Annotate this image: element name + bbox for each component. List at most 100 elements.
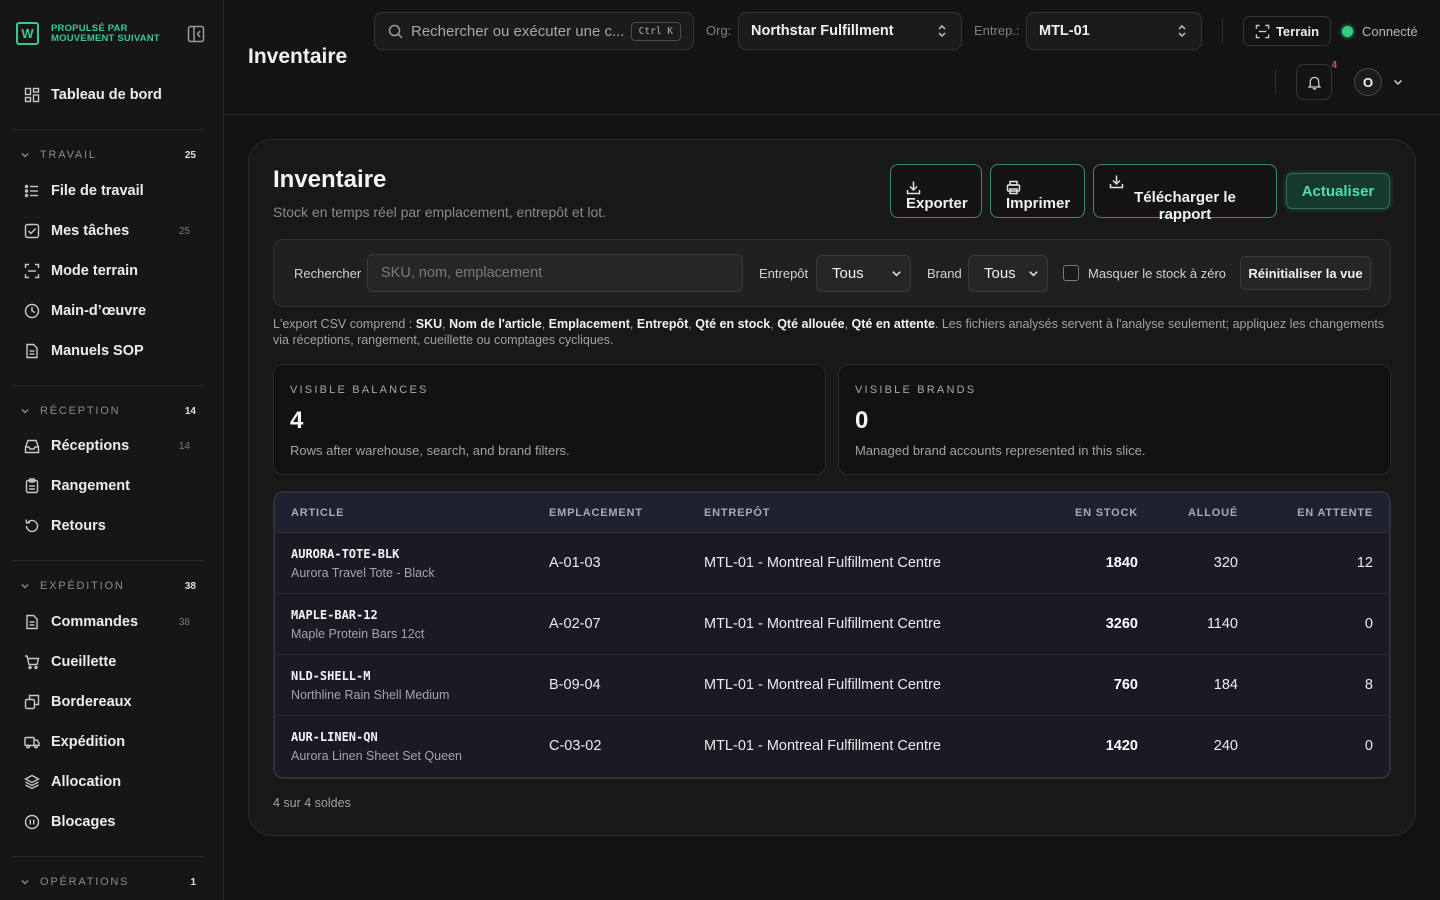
sidebar: W PROPULSÉ PAR MOUVEMENT SUIVANT Tableau… <box>0 0 224 900</box>
item-warehouse: MTL-01 - Montreal Fulfillment Centre <box>704 677 941 693</box>
brand-logo: W <box>16 22 39 45</box>
table-row[interactable]: MAPLE-BAR-12 Maple Protein Bars 12ct A-0… <box>275 594 1389 655</box>
column-header-warehouse[interactable]: ENTREPÔT <box>704 507 770 519</box>
section-operations[interactable]: OPÉRATIONS 1 <box>20 874 196 890</box>
divider <box>12 385 204 386</box>
clock-icon <box>24 303 40 319</box>
sidebar-collapse-icon[interactable] <box>187 25 205 43</box>
sidebar-item-work-queue[interactable]: File de travail <box>12 175 204 207</box>
brand[interactable]: W PROPULSÉ PAR MOUVEMENT SUIVANT <box>16 22 160 45</box>
sidebar-item-field-mode[interactable]: Mode terrain <box>12 255 204 287</box>
item-count: 14 <box>178 440 190 452</box>
connection-status: Connecté <box>1342 24 1418 39</box>
item-on-hand: 760 <box>1113 677 1138 693</box>
column-header-allocated[interactable]: ALLOUÉ <box>1188 507 1238 519</box>
sidebar-item-allocation[interactable]: Allocation <box>12 766 204 798</box>
sidebar-item-receipts[interactable]: Réceptions 14 <box>12 430 204 462</box>
chevron-updown-icon <box>935 24 949 38</box>
sidebar-item-slips[interactable]: Bordereaux <box>12 686 204 718</box>
sidebar-item-putaway[interactable]: Rangement <box>12 470 204 502</box>
item-allocated: 1140 <box>1206 616 1238 632</box>
section-expedition[interactable]: EXPÉDITION 38 <box>20 578 196 594</box>
item-sku: AUR-LINEN-QN <box>291 730 378 744</box>
card-subtitle: Stock en temps réel par emplacement, ent… <box>273 204 607 220</box>
section-count: 25 <box>184 149 196 161</box>
divider <box>12 129 204 130</box>
table-row[interactable]: AURORA-TOTE-BLK Aurora Travel Tote - Bla… <box>275 533 1389 594</box>
section-reception[interactable]: RÉCEPTION 14 <box>20 403 196 419</box>
item-location: A-01-03 <box>549 555 601 571</box>
keyboard-shortcut: Ctrl K <box>630 22 681 41</box>
sidebar-item-orders[interactable]: Commandes 38 <box>12 606 204 638</box>
metric-description: Managed brand accounts represented in th… <box>855 443 1146 458</box>
topbar: Inventaire Rechercher ou exécuter une c.… <box>224 0 1440 115</box>
refresh-button[interactable]: Actualiser <box>1286 173 1390 209</box>
brand-filter-label: Brand <box>927 266 962 281</box>
chevron-down-icon[interactable] <box>1392 76 1404 88</box>
reset-view-button[interactable]: Réinitialiser la vue <box>1240 256 1371 290</box>
org-select[interactable]: Northstar Fulfillment <box>738 12 962 50</box>
item-allocated: 240 <box>1213 738 1238 754</box>
hide-zero-checkbox[interactable] <box>1063 265 1079 281</box>
document-icon <box>24 614 40 630</box>
export-button[interactable]: Exporter <box>890 164 982 218</box>
terrain-button[interactable]: Terrain <box>1243 16 1331 46</box>
metric-visible-balances: VISIBLE BALANCES 4 Rows after warehouse,… <box>273 364 826 475</box>
sidebar-item-sop-manuals[interactable]: Manuels SOP <box>12 335 204 367</box>
page-title: Inventaire <box>248 45 348 68</box>
cart-icon <box>24 654 40 670</box>
column-header-pending[interactable]: EN ATTENTE <box>1297 507 1373 519</box>
table-header: ARTICLE EMPLACEMENT ENTREPÔT EN STOCK AL… <box>275 493 1389 533</box>
filters-bar: Rechercher SKU, nom, emplacement Entrepô… <box>273 239 1391 307</box>
document-icon <box>24 343 40 359</box>
warehouse-filter-select[interactable]: Tous <box>816 255 911 292</box>
chevron-down-icon <box>20 150 30 160</box>
table-row[interactable]: NLD-SHELL-M Northline Rain Shell Medium … <box>275 655 1389 716</box>
warehouse-select[interactable]: MTL-01 <box>1026 12 1202 50</box>
print-button[interactable]: Imprimer <box>990 164 1085 218</box>
brand-filter-select[interactable]: Tous <box>968 255 1048 292</box>
item-warehouse: MTL-01 - Montreal Fulfillment Centre <box>704 738 941 754</box>
item-name: Aurora Travel Tote - Black <box>291 566 435 580</box>
hide-zero-label[interactable]: Masquer le stock à zéro <box>1088 266 1226 281</box>
column-header-location[interactable]: EMPLACEMENT <box>549 507 643 519</box>
avatar[interactable]: O <box>1354 68 1382 96</box>
inventory-search-input[interactable]: SKU, nom, emplacement <box>367 254 743 292</box>
divider <box>12 856 204 857</box>
section-travail[interactable]: TRAVAIL 25 <box>20 147 196 163</box>
item-location: A-02-07 <box>549 616 601 632</box>
chevron-down-icon <box>20 581 30 591</box>
row-count-summary: 4 sur 4 soldes <box>273 796 351 810</box>
inbox-icon <box>24 438 40 454</box>
chevron-down-icon <box>20 406 30 416</box>
download-report-button[interactable]: Télécharger le rapport <box>1093 164 1277 223</box>
csv-export-note: L'export CSV comprend : SKU, Nom de l'ar… <box>273 317 1385 347</box>
copy-icon <box>24 694 40 710</box>
sidebar-item-picking[interactable]: Cueillette <box>12 646 204 678</box>
notifications-button[interactable]: 4 <box>1296 60 1337 100</box>
item-allocated: 184 <box>1213 677 1238 693</box>
warehouse-filter-label: Entrepôt <box>759 266 809 281</box>
sidebar-item-labor[interactable]: Main-d’œuvre <box>12 295 204 327</box>
item-allocated: 320 <box>1213 555 1238 571</box>
sidebar-item-returns[interactable]: Retours <box>12 510 204 542</box>
item-sku: AURORA-TOTE-BLK <box>291 547 400 561</box>
command-search-input[interactable]: Rechercher ou exécuter une c... Ctrl K <box>374 12 694 50</box>
pause-circle-icon <box>24 814 40 830</box>
column-header-on-hand[interactable]: EN STOCK <box>1075 507 1138 519</box>
sidebar-item-holds[interactable]: Blocages <box>12 806 204 838</box>
table-row[interactable]: AUR-LINEN-QN Aurora Linen Sheet Set Quee… <box>275 716 1389 777</box>
layers-icon <box>24 774 40 790</box>
sidebar-item-shipping[interactable]: Expédition <box>12 726 204 758</box>
column-header-article[interactable]: ARTICLE <box>291 507 344 519</box>
item-pending: 0 <box>1364 616 1373 632</box>
chevron-down-icon <box>891 268 902 279</box>
sidebar-item-my-tasks[interactable]: Mes tâches 25 <box>12 215 204 247</box>
clipboard-icon <box>24 478 40 494</box>
item-count: 25 <box>178 225 190 237</box>
sidebar-item-dashboard[interactable]: Tableau de bord <box>12 79 204 111</box>
item-name: Northline Rain Shell Medium <box>291 688 450 702</box>
org-label: Org: <box>706 23 732 38</box>
download-icon <box>906 180 966 195</box>
metric-value: 4 <box>290 407 304 434</box>
